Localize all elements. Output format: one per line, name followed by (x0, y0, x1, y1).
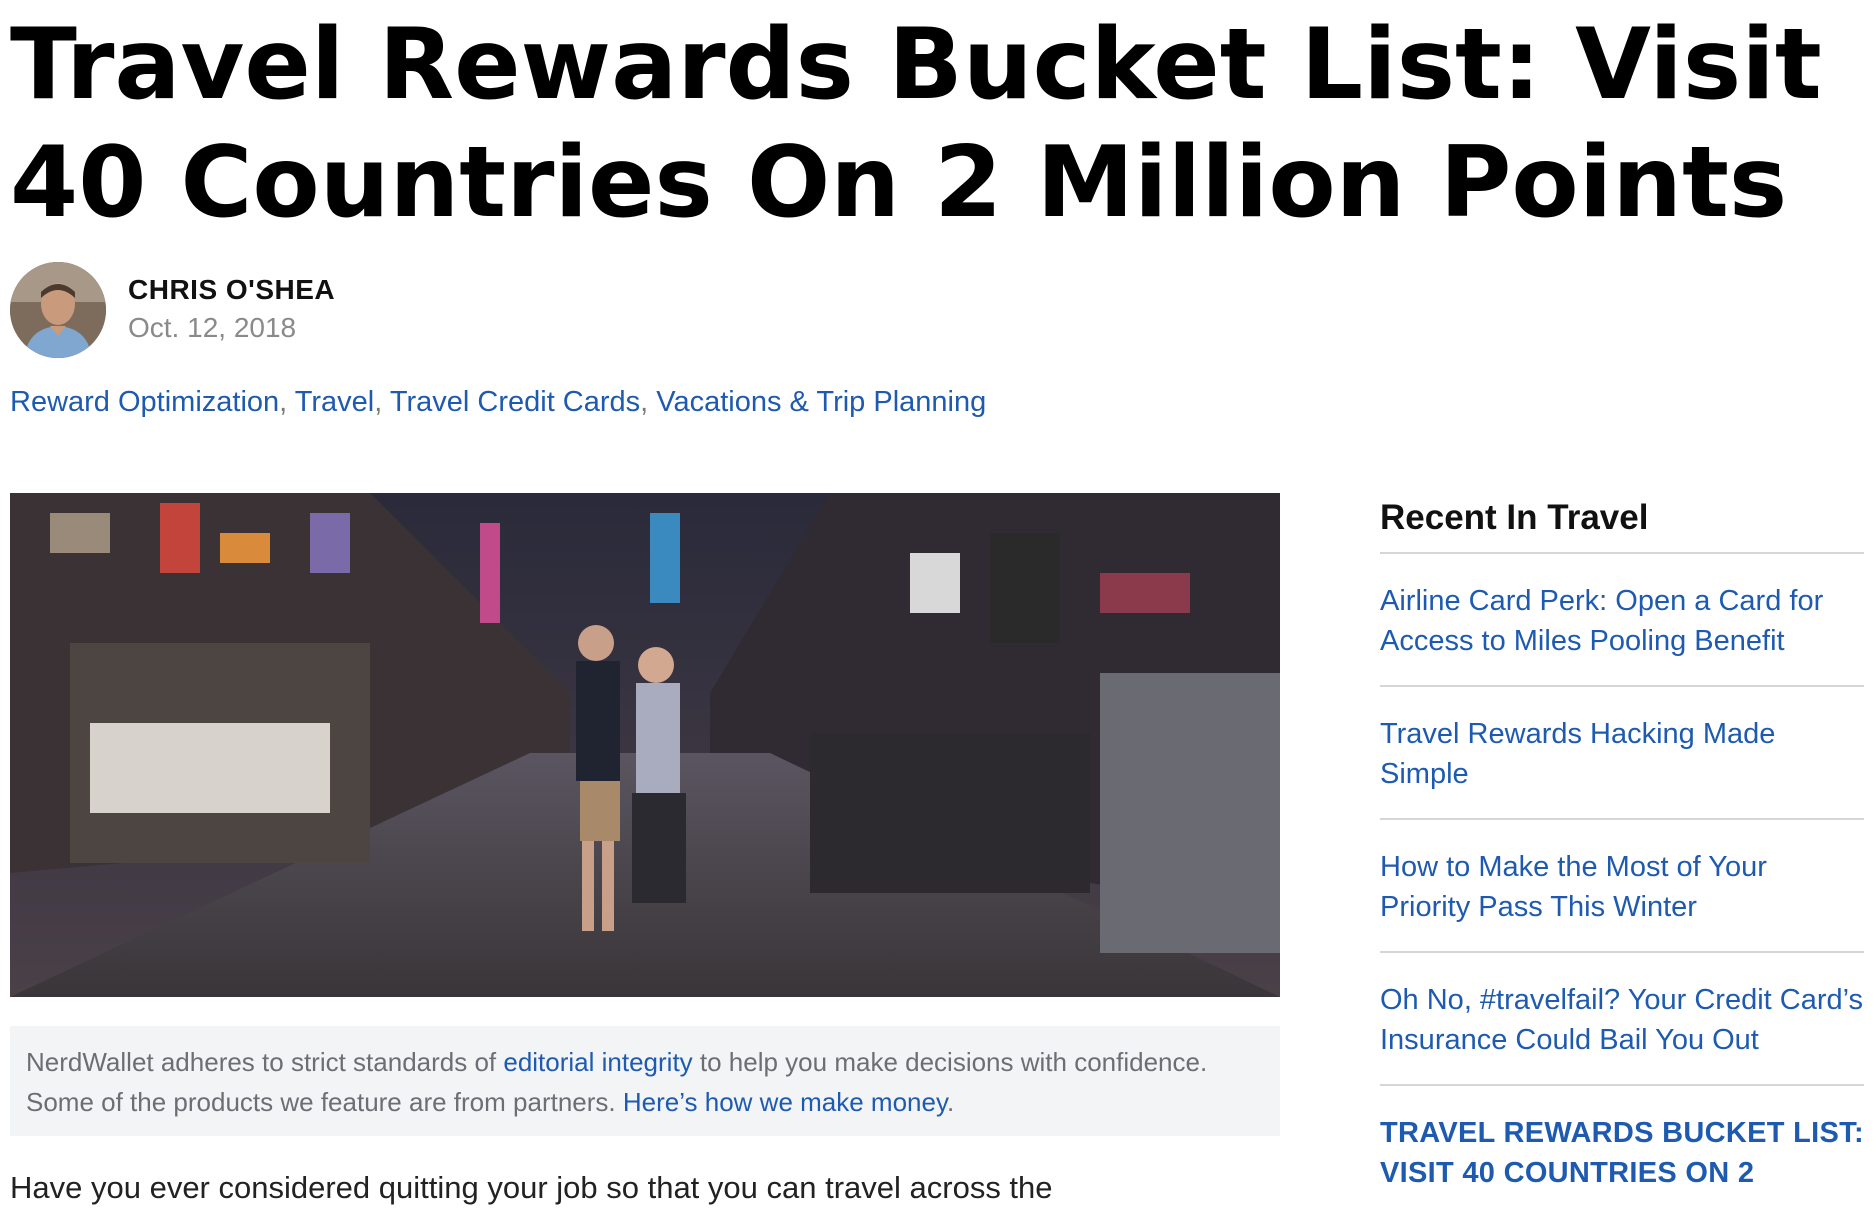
recent-article-link[interactable]: How to Make the Most of Your Priority Pa… (1380, 847, 1864, 927)
tag-separator: , (640, 386, 657, 418)
current-article-link[interactable]: TRAVEL REWARDS BUCKET LIST: VISIT 40 COU… (1380, 1113, 1864, 1193)
list-item: How to Make the Most of Your Priority Pa… (1380, 820, 1864, 953)
list-item: Airline Card Perk: Open a Card for Acces… (1380, 554, 1864, 687)
tag-reward-optimization[interactable]: Reward Optimization (10, 386, 279, 418)
tag-separator: , (279, 386, 295, 418)
sidebar-title: Recent In Travel (1380, 492, 1864, 554)
hero-image (10, 493, 1280, 997)
list-item-current: TRAVEL REWARDS BUCKET LIST: VISIT 40 COU… (1380, 1086, 1864, 1217)
tag-vacations-trip-planning[interactable]: Vacations & Trip Planning (656, 386, 986, 418)
disclaimer-text: . (947, 1087, 955, 1117)
avatar-photo (10, 262, 106, 358)
recent-article-link[interactable]: Airline Card Perk: Open a Card for Acces… (1380, 581, 1864, 661)
recent-articles-list: Airline Card Perk: Open a Card for Acces… (1380, 554, 1864, 1217)
article-body-first-line: Have you ever considered quitting your j… (10, 1170, 1053, 1205)
tag-separator: , (374, 386, 390, 418)
recent-in-travel-sidebar: Recent In Travel Airline Card Perk: Open… (1380, 492, 1864, 1217)
editorial-integrity-link[interactable]: editorial integrity (503, 1047, 692, 1077)
article-title: Travel Rewards Bucket List: Visit 40 Cou… (10, 8, 1822, 240)
how-we-make-money-link[interactable]: Here’s how we make money (623, 1087, 947, 1117)
tag-travel[interactable]: Travel (295, 386, 375, 418)
author-avatar[interactable] (10, 262, 106, 358)
street-night-photo (10, 493, 1280, 997)
editorial-disclaimer: NerdWallet adheres to strict standards o… (10, 1026, 1280, 1136)
list-item: Travel Rewards Hacking Made Simple (1380, 687, 1864, 820)
recent-article-link[interactable]: Travel Rewards Hacking Made Simple (1380, 714, 1864, 794)
tag-travel-credit-cards[interactable]: Travel Credit Cards (390, 386, 640, 418)
recent-article-link[interactable]: Oh No, #travelfail? Your Credit Card’s I… (1380, 980, 1864, 1060)
list-item: Oh No, #travelfail? Your Credit Card’s I… (1380, 953, 1864, 1086)
author-name[interactable]: CHRIS O'SHEA (128, 274, 335, 306)
category-tags: Reward Optimization, Travel, Travel Cred… (10, 386, 986, 419)
publish-date: Oct. 12, 2018 (128, 312, 297, 343)
disclaimer-text: NerdWallet adheres to strict standards o… (26, 1047, 504, 1077)
